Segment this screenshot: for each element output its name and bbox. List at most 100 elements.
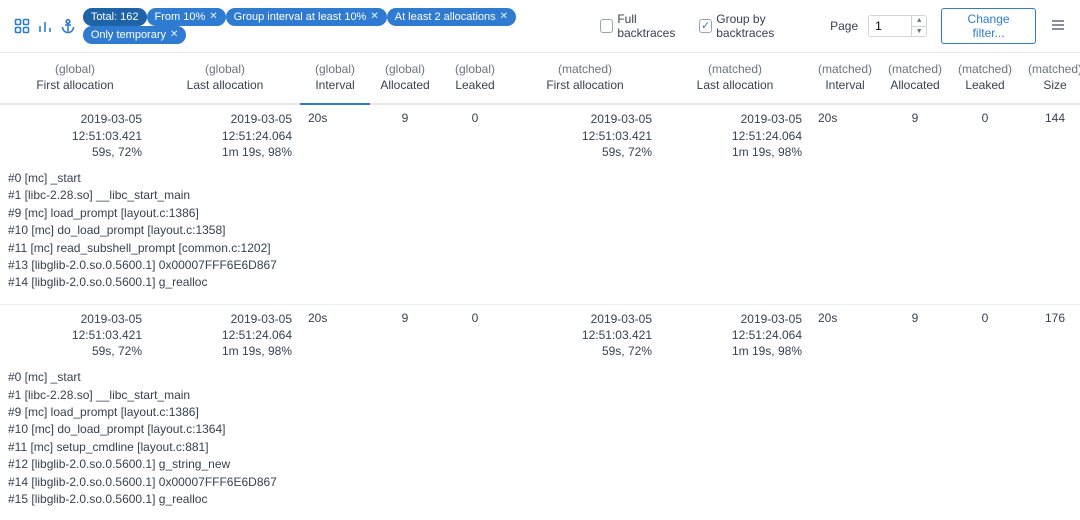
value-cell: 0 xyxy=(440,104,510,166)
column-header-m_last[interactable]: (matched)Last allocation xyxy=(660,53,810,104)
group-by-backtraces-checkbox[interactable]: ✓ Group by backtraces xyxy=(699,12,820,40)
column-header-g_first[interactable]: (global)First allocation xyxy=(0,53,150,104)
bar-chart-icon[interactable] xyxy=(37,17,54,35)
value-cell: 9 xyxy=(880,104,950,166)
column-header-name: Interval xyxy=(816,77,874,93)
column-header-m_first[interactable]: (matched)First allocation xyxy=(510,53,660,104)
value-cell: 0 xyxy=(950,104,1020,166)
column-header-group: (matched) xyxy=(1026,61,1080,77)
stack-frame: #14 [libglib-2.0.so.0.5600.1] 0x00007FFF… xyxy=(8,474,1080,491)
full-backtraces-checkbox[interactable]: Full backtraces xyxy=(600,12,693,40)
column-header-group: (global) xyxy=(156,61,294,77)
toolbar: Total: 162From 10%✕Group interval at lea… xyxy=(0,0,1080,53)
column-header-m_alloc[interactable]: (matched)Allocated xyxy=(880,53,950,104)
page-input-field[interactable] xyxy=(869,16,911,36)
stack-frame: #9 [mc] load_prompt [layout.c:1386] xyxy=(8,404,1080,421)
column-header-name: Leaked xyxy=(446,77,504,93)
column-header-group: (global) xyxy=(306,61,364,77)
column-header-g_leak[interactable]: (global)Leaked xyxy=(440,53,510,104)
page-step-up[interactable]: ▲ xyxy=(912,16,926,27)
column-header-g_last[interactable]: (global)Last allocation xyxy=(150,53,300,104)
timestamp-cell: 2019-03-05 12:51:03.42159s, 72% xyxy=(510,305,660,366)
column-header-name: First allocation xyxy=(6,77,144,93)
column-header-group: (global) xyxy=(446,61,504,77)
timestamp-cell: 2019-03-05 12:51:24.0641m 19s, 98% xyxy=(660,104,810,166)
column-header-name: Last allocation xyxy=(156,77,294,93)
stack-frame: #0 [mc] _start xyxy=(8,170,1080,187)
timestamp-cell: 2019-03-05 12:51:24.0641m 19s, 98% xyxy=(150,305,300,366)
stack-frame: #15 [libglib-2.0.so.0.5600.1] g_realloc xyxy=(8,491,1080,508)
timestamp-cell: 2019-03-05 12:51:03.42159s, 72% xyxy=(0,305,150,366)
filter-pill[interactable]: Group interval at least 10%✕ xyxy=(226,8,387,26)
close-icon[interactable]: ✕ xyxy=(370,10,378,24)
value-cell: 9 xyxy=(880,305,950,366)
column-header-group: (matched) xyxy=(886,61,944,77)
column-header-g_alloc[interactable]: (global)Allocated xyxy=(370,53,440,104)
stack-frame: #0 [mc] _start xyxy=(8,369,1080,386)
timestamp-cell: 2019-03-05 12:51:03.42159s, 72% xyxy=(0,104,150,166)
column-header-group: (matched) xyxy=(956,61,1014,77)
filter-pill-label: At least 2 allocations xyxy=(395,10,496,24)
page-number-input[interactable]: ▲ ▼ xyxy=(868,15,927,37)
filter-pill-label: Total: 162 xyxy=(91,10,139,24)
checkbox-box: ✓ xyxy=(699,19,712,33)
stack-frame: #11 [mc] read_subshell_prompt [common.c:… xyxy=(8,240,1080,257)
change-filter-button[interactable]: Change filter... xyxy=(941,8,1036,44)
checkbox-box xyxy=(600,19,613,33)
column-header-group: (global) xyxy=(376,61,434,77)
filter-pill-label: From 10% xyxy=(155,10,206,24)
backtrace-row: #0 [mc] _start#1 [libc-2.28.so] __libc_s… xyxy=(0,166,1080,304)
page-step-down[interactable]: ▼ xyxy=(912,27,926,37)
column-header-group: (matched) xyxy=(516,61,654,77)
timestamp-cell: 2019-03-05 12:51:24.0641m 19s, 98% xyxy=(150,104,300,166)
stack-frame: #10 [mc] do_load_prompt [layout.c:1358] xyxy=(8,222,1080,239)
filter-pill[interactable]: At least 2 allocations ✕ xyxy=(387,8,516,26)
stack-frame: #12 [libglib-2.0.so.0.5600.1] g_string_n… xyxy=(8,456,1080,473)
column-header-name: Allocated xyxy=(886,77,944,93)
column-header-name: Last allocation xyxy=(666,77,804,93)
value-cell: 9 xyxy=(370,305,440,366)
stack-frame: #14 [libglib-2.0.so.0.5600.1] g_realloc xyxy=(8,274,1080,291)
value-cell: 20s xyxy=(810,305,880,366)
filter-pill: Total: 162 xyxy=(83,8,147,26)
table-row[interactable]: 2019-03-05 12:51:03.42159s, 72%2019-03-0… xyxy=(0,305,1080,366)
column-header-g_interval[interactable]: (global)Interval xyxy=(300,53,370,104)
column-header-m_interval[interactable]: (matched)Interval xyxy=(810,53,880,104)
checkbox-label: Group by backtraces xyxy=(716,12,820,40)
value-cell: 20s xyxy=(300,305,370,366)
backtrace-frames: #0 [mc] _start#1 [libc-2.28.so] __libc_s… xyxy=(8,170,1080,292)
close-icon[interactable]: ✕ xyxy=(209,10,217,24)
value-cell: 0 xyxy=(950,305,1020,366)
filter-pill-label: Group interval at least 10% xyxy=(234,10,367,24)
page-label: Page xyxy=(830,19,858,33)
column-header-m_leak[interactable]: (matched)Leaked xyxy=(950,53,1020,104)
stack-frame: #1 [libc-2.28.so] __libc_start_main xyxy=(8,187,1080,204)
value-cell: 20s xyxy=(810,104,880,166)
column-header-name: First allocation xyxy=(516,77,654,93)
value-cell: 0 xyxy=(440,305,510,366)
hamburger-menu-icon[interactable] xyxy=(1050,17,1066,36)
checkbox-label: Full backtraces xyxy=(617,12,693,40)
filter-pill[interactable]: From 10%✕ xyxy=(147,8,226,26)
column-header-name: Size xyxy=(1026,77,1080,93)
close-icon[interactable]: ✕ xyxy=(500,10,508,24)
stack-frame: #9 [mc] load_prompt [layout.c:1386] xyxy=(8,205,1080,222)
table-row[interactable]: 2019-03-05 12:51:03.42159s, 72%2019-03-0… xyxy=(0,104,1080,166)
column-header-name: Allocated xyxy=(376,77,434,93)
column-header-name: Leaked xyxy=(956,77,1014,93)
value-cell: 144 xyxy=(1020,104,1080,166)
timestamp-cell: 2019-03-05 12:51:24.0641m 19s, 98% xyxy=(660,305,810,366)
timestamp-cell: 2019-03-05 12:51:03.42159s, 72% xyxy=(510,104,660,166)
column-header-group: (matched) xyxy=(816,61,874,77)
close-icon[interactable]: ✕ xyxy=(170,28,178,42)
stack-frame: #1 [libc-2.28.so] __libc_start_main xyxy=(8,387,1080,404)
column-header-group: (matched) xyxy=(666,61,804,77)
backtrace-frames: #0 [mc] _start#1 [libc-2.28.so] __libc_s… xyxy=(8,369,1080,508)
column-header-group: (global) xyxy=(6,61,144,77)
value-cell: 176 xyxy=(1020,305,1080,366)
grid-view-icon[interactable] xyxy=(14,17,31,35)
filter-pill[interactable]: Only temporary ✕ xyxy=(83,26,187,44)
filter-pill-label: Only temporary xyxy=(91,28,166,42)
column-header-m_size[interactable]: (matched)Size xyxy=(1020,53,1080,104)
anchor-icon[interactable] xyxy=(60,17,77,35)
